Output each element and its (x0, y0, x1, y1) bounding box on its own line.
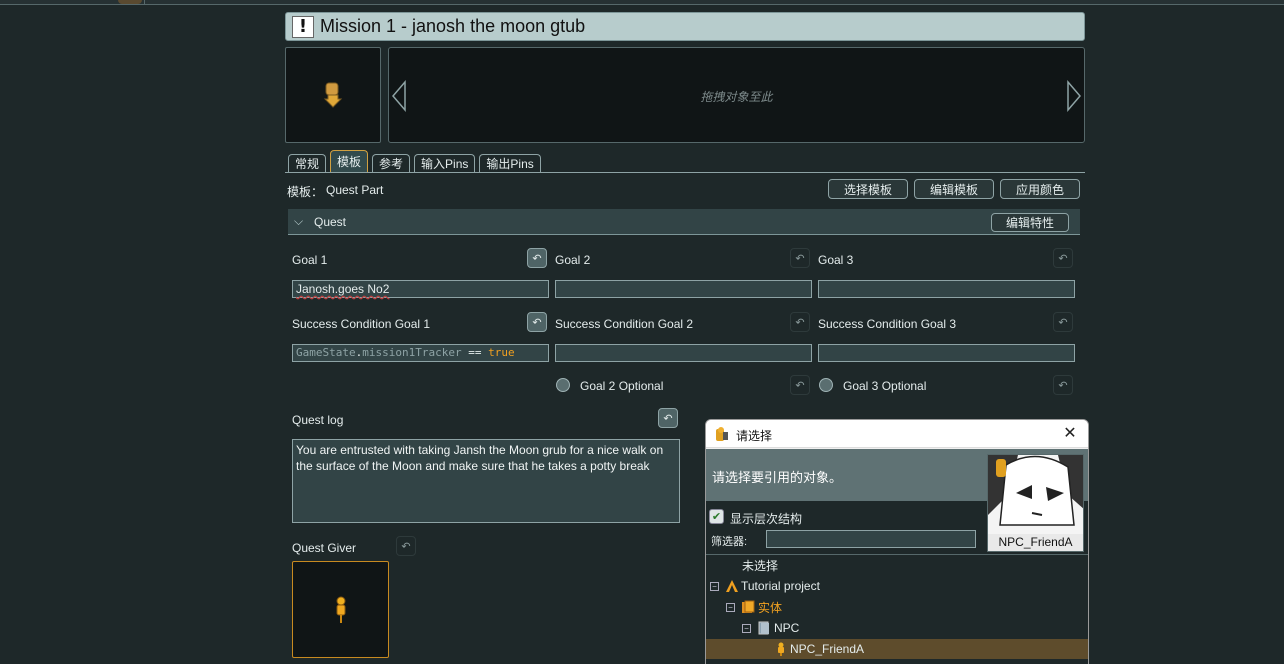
collapse-icon[interactable]: − (726, 602, 735, 612)
section-title: Quest (314, 215, 347, 229)
tree-item-npc[interactable]: − NPC (742, 618, 799, 638)
chevron-down-icon[interactable]: ⌵ (294, 214, 303, 229)
goal-2-input[interactable] (555, 280, 812, 298)
code-operator: == (461, 346, 489, 359)
character-portrait-image (988, 455, 1083, 535)
edit-properties-button[interactable]: 编辑特性 (991, 213, 1069, 232)
filter-label: 筛选器: (711, 536, 748, 548)
goal-1-value: Janosh.goes No2 (296, 282, 390, 296)
quest-section-header[interactable]: ⌵ Quest (288, 209, 1080, 235)
mission-icon-box[interactable] (285, 47, 381, 143)
tree-item-none[interactable]: 未选择 (742, 555, 778, 575)
show-hierarchy-checkbox[interactable]: ✔ (709, 509, 724, 524)
tree-item-npc-frienda[interactable]: NPC_FriendA (706, 639, 1088, 659)
edit-template-button[interactable]: 编辑模板 (914, 179, 994, 199)
tree-item-npc-frienda-label: NPC_FriendA (790, 642, 865, 656)
code-keyword: true (488, 346, 515, 359)
arrow-down-icon (323, 82, 343, 108)
dialog-title: 请选择 (736, 429, 773, 443)
npc-pin-icon (336, 596, 345, 623)
project-icon (726, 580, 738, 592)
collapse-icon[interactable]: − (710, 581, 719, 591)
top-toolbar-strip (0, 0, 1284, 5)
success-goal-1-label: Success Condition Goal 1 (292, 317, 431, 331)
npc-pin-icon (778, 642, 784, 656)
drop-target-area[interactable]: 拖拽对象至此 (388, 47, 1085, 143)
success-goal-2-input[interactable] (555, 344, 812, 362)
drop-hint: 拖拽对象至此 (700, 90, 773, 104)
exclamation-icon: ! (292, 15, 314, 38)
select-template-button[interactable]: 选择模板 (828, 179, 908, 199)
goal-3-optional-label: Goal 3 Optional (843, 379, 927, 393)
filter-input[interactable] (766, 530, 976, 548)
quest-giver-label: Quest Giver (292, 541, 357, 555)
goal-3-input[interactable] (818, 280, 1075, 298)
reset-icon[interactable]: ↶ (1053, 248, 1073, 268)
quest-log-label: Quest log (292, 413, 344, 427)
template-value: Quest Part (326, 183, 384, 197)
tree-item-project[interactable]: − Tutorial project (710, 576, 820, 596)
tab-divider (285, 172, 1085, 173)
tree-item-npc-label: NPC (774, 621, 800, 635)
reset-icon[interactable]: ↶ (396, 536, 416, 556)
select-object-dialog: 请选择 ✕ 请选择要引用的对象。 ✔ 显示层次结构 筛选器: NPC_Frien… (705, 419, 1089, 664)
reset-icon[interactable]: ↶ (1053, 375, 1073, 395)
reset-icon[interactable]: ↶ (790, 312, 810, 332)
goal-3-label: Goal 3 (818, 253, 854, 267)
success-goal-1-input[interactable]: GameState.mission1Tracker == true (292, 344, 549, 362)
tree-item-project-label: Tutorial project (741, 579, 820, 593)
quest-log-textarea[interactable]: You are entrusted with taking Jansh the … (292, 439, 680, 523)
tab-template[interactable]: 模板 (330, 150, 369, 172)
app-icon (716, 427, 728, 441)
reset-icon[interactable]: ↶ (1053, 312, 1073, 332)
reset-icon[interactable]: ↶ (527, 312, 547, 332)
dialog-prompt: 请选择要引用的对象。 (712, 470, 843, 485)
thumbnail-caption: NPC_FriendA (988, 534, 1083, 551)
reset-icon[interactable]: ↶ (790, 248, 810, 268)
collapse-icon[interactable]: − (742, 623, 751, 633)
success-goal-2-label: Success Condition Goal 2 (555, 317, 694, 331)
tab-input-pins[interactable]: 输入Pins (414, 154, 476, 172)
mission-title: Mission 1 - janosh the moon gtub (320, 16, 586, 36)
goal-1-label: Goal 1 (292, 253, 328, 267)
close-icon[interactable]: ✕ (1060, 423, 1080, 443)
tab-general[interactable]: 常规 (288, 154, 327, 172)
mission-title-bar[interactable]: ! Mission 1 - janosh the moon gtub (285, 12, 1085, 41)
property-tabs: 常规 模板 参考 输入Pins 输出Pins (288, 150, 541, 172)
success-goal-3-label: Success Condition Goal 3 (818, 317, 957, 331)
goal-2-optional-label: Goal 2 Optional (580, 379, 664, 393)
goal-3-optional-toggle[interactable] (819, 378, 833, 392)
scroll-right-icon[interactable] (1066, 80, 1082, 112)
template-label: 模板： (287, 185, 324, 199)
tree-item-entities-label: 实体 (758, 600, 783, 615)
show-hierarchy-label: 显示层次结构 (730, 512, 803, 526)
reset-icon[interactable]: ↶ (658, 408, 678, 428)
reset-icon[interactable]: ↶ (790, 375, 810, 395)
tree-item-entities[interactable]: − 实体 (726, 597, 782, 617)
tab-output-pins[interactable]: 输出Pins (479, 154, 541, 172)
goal-1-input[interactable]: Janosh.goes No2 (292, 280, 549, 298)
apply-color-button[interactable]: 应用颜色 (1000, 179, 1080, 199)
code-property: mission1Tracker (362, 346, 462, 359)
goal-2-optional-toggle[interactable] (556, 378, 570, 392)
goal-2-label: Goal 2 (555, 253, 591, 267)
code-object: GameState (296, 346, 356, 359)
toolbar-handle[interactable] (118, 0, 142, 4)
reset-icon[interactable]: ↶ (527, 248, 547, 268)
folder-icon (742, 600, 755, 613)
tab-references[interactable]: 参考 (372, 154, 411, 172)
object-tree: 未选择 − Tutorial project − 实体 − NPC NPC_Fr… (706, 554, 1088, 664)
folder-icon (758, 621, 769, 635)
success-goal-3-input[interactable] (818, 344, 1075, 362)
quest-giver-slot[interactable] (292, 561, 389, 658)
dialog-title-bar[interactable]: 请选择 ✕ (706, 420, 1088, 448)
object-preview-thumbnail: NPC_FriendA (987, 454, 1084, 552)
